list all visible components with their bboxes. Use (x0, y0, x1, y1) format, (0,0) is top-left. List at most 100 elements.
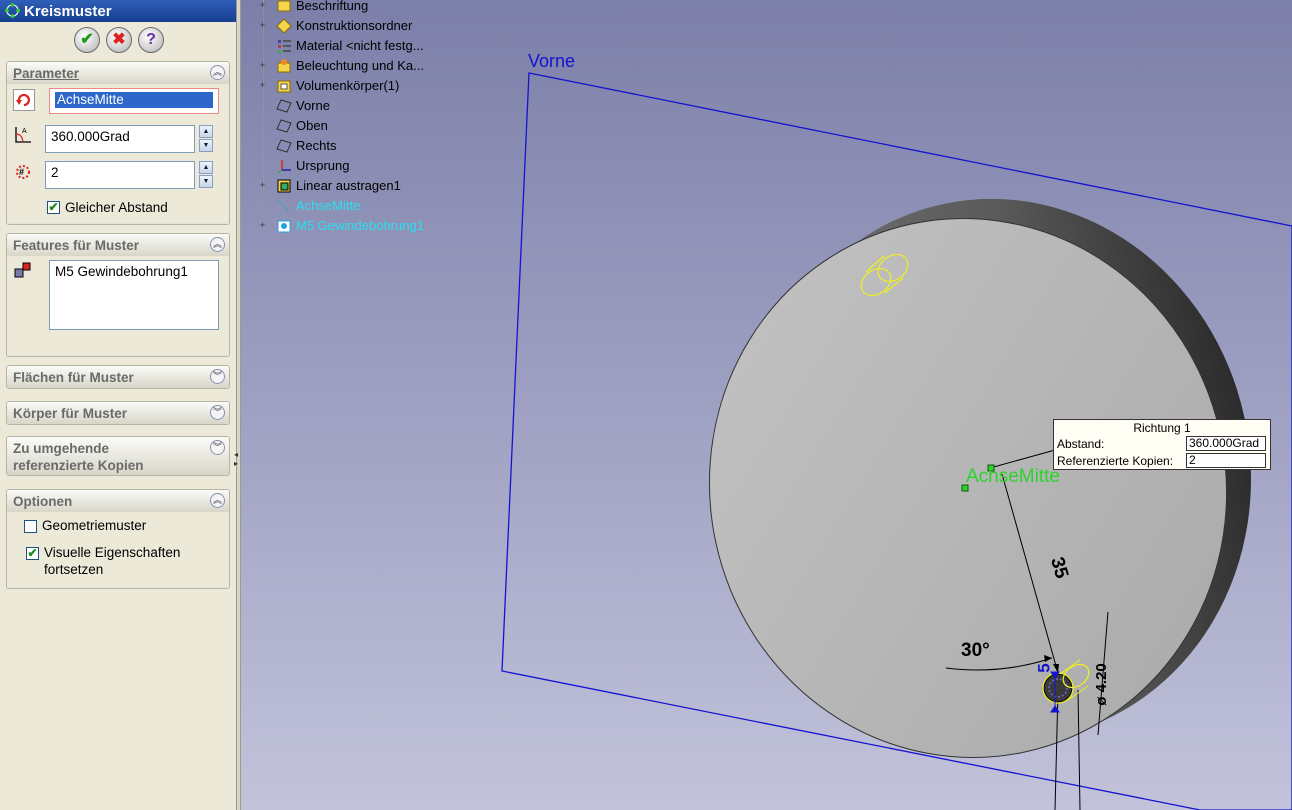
group-parameter-body: AchseMitte A 360.000Grad ▲ ▼ # 2 ▲ ▼ ✔ Gle… (7, 84, 229, 223)
angle-spinner[interactable]: ▲ ▼ (199, 125, 213, 153)
tree-item-label: Volumenkörper(1) (296, 78, 400, 93)
equal-spacing-checkbox[interactable]: ✔ (47, 201, 60, 214)
axis-icon (277, 199, 292, 214)
propagate-visual-label-line2: fortsetzen (44, 562, 104, 577)
spin-up-icon[interactable]: ▲ (199, 161, 213, 174)
expand-chevron-icon[interactable]: ︾ (210, 369, 225, 384)
collapse-chevron-icon[interactable]: ︽ (210, 237, 225, 252)
tree-item-label: Linear austragen1 (296, 178, 401, 193)
group-parameter: Parameter ︽ AchseMitte A 360.000Grad ▲ ▼ … (6, 61, 230, 225)
tree-item-label: Vorne (296, 98, 330, 113)
reverse-direction-icon[interactable] (13, 89, 35, 111)
tree-item-label: AchseMitte (296, 198, 361, 213)
tree-item-label: Oben (296, 118, 328, 133)
origin-icon (277, 160, 291, 174)
circular-pattern-icon (5, 3, 20, 18)
count-spinner[interactable]: ▲ ▼ (199, 161, 213, 189)
geometry-pattern-label: Geometriemuster (42, 518, 147, 533)
svg-text:A: A (22, 128, 27, 135)
group-features-header[interactable]: Features für Muster ︽ (7, 234, 229, 256)
tree-item-label: M5 Gewindebohrung1 (296, 218, 424, 233)
splitter-grip-icon[interactable]: ◂ ▸ (234, 450, 239, 470)
spin-down-icon[interactable]: ▼ (199, 139, 213, 152)
property-manager: Kreismuster ✔ ✖ ? Parameter ︽ AchseMitte… (0, 0, 237, 810)
feature-selection-icon (14, 262, 31, 278)
propagate-visual-checkbox[interactable]: ✔ (26, 547, 39, 560)
geometry-pattern-checkbox[interactable]: ✔ (24, 520, 37, 533)
pattern-axis-field[interactable]: AchseMitte (49, 88, 219, 114)
propagate-visual-label-line1: Visuelle Eigenschaften (44, 545, 181, 560)
angle-input[interactable]: 360.000Grad (45, 125, 195, 153)
diameter-dimension[interactable]: ø 4.20 (1093, 663, 1110, 706)
callout-distance-label: Abstand: (1057, 437, 1105, 451)
property-manager-titlebar: Kreismuster (0, 0, 236, 22)
ok-button[interactable]: ✔ (74, 27, 100, 53)
group-skip-instances: Zu umgehende referenzierte Kopien ︾ (6, 436, 230, 476)
axis-label: AchseMitte (966, 466, 1060, 487)
angle-dimension[interactable]: 30° (961, 640, 990, 662)
group-options-header[interactable]: Optionen ︽ (7, 490, 229, 512)
instance-count-icon: # (16, 165, 30, 179)
cross-icon: ✖ (112, 31, 126, 48)
help-button[interactable]: ? (138, 27, 164, 53)
callout-copies-value[interactable]: 2 (1186, 453, 1266, 468)
spin-down-icon[interactable]: ▼ (199, 175, 213, 188)
svg-text:#: # (19, 167, 24, 177)
callout-copies-label: Referenzierte Kopien: (1057, 454, 1174, 468)
pattern-callout[interactable]: Richtung 1 Abstand: 360.000Grad Referenz… (1053, 419, 1271, 470)
plane-icon (276, 99, 292, 113)
tree-item-label: Ursprung (296, 158, 350, 173)
plane-label-vorne: Vorne (528, 51, 576, 71)
tree-item-label: Rechts (296, 138, 337, 153)
expand-icon[interactable]: + (258, 1, 267, 10)
tree-item-label: Beleuchtung und Ka... (296, 58, 424, 73)
group-features: Features für Muster ︽ M5 Gewindebohrung1 (6, 233, 230, 357)
expand-icon[interactable]: + (258, 181, 267, 190)
group-bodies: Körper für Muster ︾ (6, 401, 230, 425)
design-binder-icon (276, 18, 292, 34)
tree-item-label: Material <nicht festg... (296, 38, 424, 53)
expand-chevron-icon[interactable]: ︾ (210, 405, 225, 420)
collapse-chevron-icon[interactable]: ︽ (210, 65, 225, 80)
group-faces-label: Flächen für Muster (13, 370, 134, 385)
group-skip-label-line1: Zu umgehende (13, 441, 110, 456)
collapse-chevron-icon[interactable]: ︽ (210, 493, 225, 508)
group-parameter-label: Parameter (13, 66, 80, 81)
extrude-icon (277, 179, 291, 193)
expand-chevron-icon[interactable]: ︾ (210, 440, 225, 455)
tree-item-label: Konstruktionsordner (296, 18, 413, 33)
group-bodies-header[interactable]: Körper für Muster ︾ (7, 402, 229, 424)
material-icon (278, 40, 291, 53)
cancel-button[interactable]: ✖ (106, 27, 132, 53)
instance-count-input[interactable]: 2 (45, 161, 195, 189)
lights-cameras-icon (277, 59, 291, 73)
spin-up-icon[interactable]: ▲ (199, 125, 213, 138)
solid-bodies-icon (277, 80, 291, 93)
callout-distance-value[interactable]: 360.000Grad (1186, 436, 1266, 451)
checkmark-icon: ✔ (80, 31, 94, 48)
group-skip-instances-header[interactable]: Zu umgehende referenzierte Kopien ︾ (7, 437, 229, 475)
expand-icon[interactable]: + (258, 221, 267, 230)
plane-icon (276, 119, 292, 133)
group-skip-label-line2: referenzierte Kopien (13, 458, 144, 473)
help-icon: ? (146, 31, 156, 48)
list-item[interactable]: M5 Gewindebohrung1 (55, 264, 213, 279)
plane-icon (276, 139, 292, 153)
group-options-body: ✔ Geometriemuster ✔ Visuelle Eigenschaft… (7, 512, 229, 587)
angle-icon: A (15, 127, 31, 143)
group-faces-header[interactable]: Flächen für Muster ︾ (7, 366, 229, 388)
features-list[interactable]: M5 Gewindebohrung1 (49, 260, 219, 330)
expand-icon[interactable]: + (258, 81, 267, 90)
group-bodies-label: Körper für Muster (13, 406, 128, 421)
feature-tree: + Beschriftung + Konstruktionsordner Materia… (258, 0, 448, 233)
action-buttons: ✔ ✖ ? (0, 27, 236, 55)
depth-dimension[interactable]: 5 (1035, 663, 1055, 672)
group-options-label: Optionen (13, 494, 73, 509)
equal-spacing-label: Gleicher Abstand (65, 200, 168, 215)
group-parameter-header[interactable]: Parameter ︽ (7, 62, 229, 84)
group-options: Optionen ︽ ✔ Geometriemuster ✔ Visuelle … (6, 489, 230, 589)
expand-icon[interactable]: + (258, 21, 267, 30)
tree-item-label: Beschriftung (296, 0, 369, 13)
callout-title: Richtung 1 (1133, 421, 1191, 435)
expand-icon[interactable]: + (258, 61, 267, 70)
